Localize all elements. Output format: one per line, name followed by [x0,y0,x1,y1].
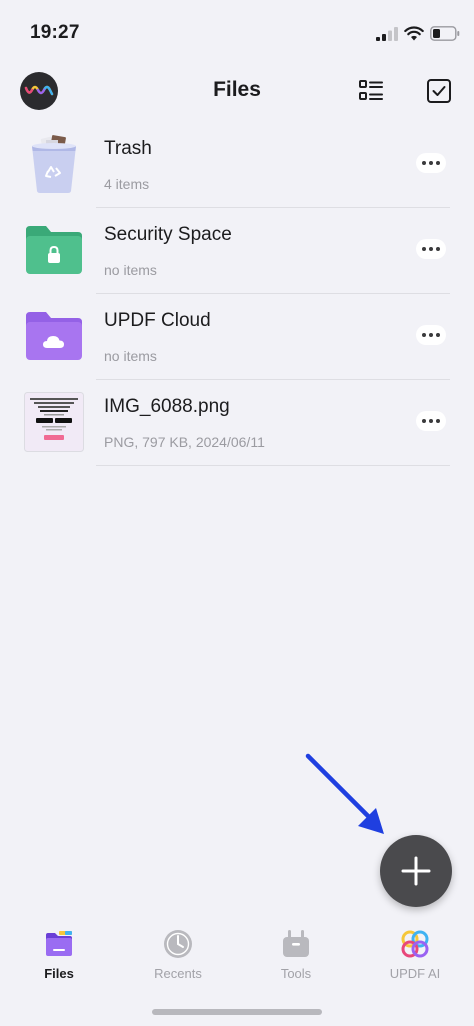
tab-label: Files [44,966,74,981]
file-name: IMG_6088.png [104,396,230,417]
file-meta: 4 items [104,176,150,192]
add-button[interactable] [380,835,452,907]
file-row-image[interactable]: IMG_6088.png PNG, 797 KB, 2024/06/11 [0,380,474,466]
more-dots-icon [422,419,426,423]
file-name: Security Space [104,224,232,245]
more-dots-icon [422,333,426,337]
tab-updf-ai[interactable]: UPDF AI [360,928,470,988]
tab-recents[interactable]: Recents [123,928,233,988]
more-dots-icon [422,247,426,251]
file-meta: no items [104,348,157,364]
home-indicator [152,1009,322,1015]
tab-label: UPDF AI [389,966,441,981]
tab-tools[interactable]: Tools [241,928,351,988]
tab-files[interactable]: Files [4,928,114,988]
lock-folder-icon [26,226,82,274]
updf-ai-icon [401,930,429,958]
tab-label: Recents [154,966,202,981]
file-name: UPDF Cloud [104,310,211,331]
tab-label: Tools [280,966,312,981]
toolbox-icon [283,930,309,957]
more-dots-icon [422,161,426,165]
wifi-icon [404,26,424,41]
page-title: Files [213,78,261,101]
list-view-icon[interactable] [356,76,386,106]
file-meta: no items [104,262,157,278]
tab-bar: Files Recents Tools UPDF AI [0,920,474,990]
battery-icon [430,26,460,41]
file-row-security-space[interactable]: Security Space no items [0,208,474,294]
header: Files [0,62,474,122]
select-checkbox-icon[interactable] [424,76,454,106]
status-bar: 19:27 [0,0,474,62]
more-options-button[interactable] [416,153,446,173]
status-time: 19:27 [30,22,80,43]
plus-icon [401,856,431,886]
file-name: Trash [104,138,152,159]
file-meta: PNG, 797 KB, 2024/06/11 [104,434,265,450]
signal-icon [376,27,398,41]
file-row-trash[interactable]: Trash 4 items [0,122,474,208]
more-options-button[interactable] [416,325,446,345]
trash-icon [32,135,76,193]
more-options-button[interactable] [416,239,446,259]
cloud-folder-icon [26,312,82,360]
file-list: Trash 4 items Security Space no items UP… [0,122,474,466]
files-tab-icon [46,931,72,956]
file-row-updf-cloud[interactable]: UPDF Cloud no items [0,294,474,380]
clock-icon [164,930,192,958]
annotation-arrow-icon [305,753,384,834]
more-options-button[interactable] [416,411,446,431]
image-thumbnail [24,392,84,452]
divider [96,465,450,466]
